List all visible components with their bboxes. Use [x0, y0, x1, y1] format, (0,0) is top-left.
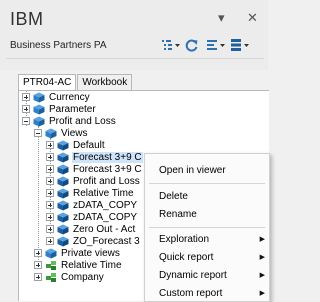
- view-icon: [57, 140, 69, 150]
- views-folder-icon: [45, 128, 57, 138]
- pane-header: IBM ▾ ✕ Business Partners PA: [0, 0, 268, 70]
- refresh-icon[interactable]: [181, 37, 203, 53]
- tree-node-view[interactable]: Relative Time: [46, 187, 135, 199]
- view-icon: [57, 188, 69, 198]
- tab-workbook[interactable]: Workbook: [77, 74, 133, 90]
- menu-item-dynamic-report[interactable]: Dynamic report ▶: [145, 266, 269, 284]
- tree-node-view[interactable]: Forecast 3+9 C: [46, 151, 143, 163]
- menu-item-label: Exploration: [159, 233, 210, 245]
- collapse-icon[interactable]: [34, 129, 42, 137]
- dimension-icon: [46, 272, 56, 282]
- tree-node-view[interactable]: Forecast 3+9 C: [46, 163, 143, 175]
- tree-node-label: Views: [61, 127, 88, 139]
- tree-node-label: Forecast 3+9 C: [73, 163, 142, 175]
- menu-item-open-in-viewer[interactable]: Open in viewer: [145, 161, 269, 179]
- menu-item-custom-report[interactable]: Custom report ▶: [145, 284, 269, 302]
- tree-node-profit-and-loss[interactable]: Profit and Loss: [22, 115, 117, 127]
- menu-item-label: Dynamic report: [159, 269, 227, 281]
- view-icon: [57, 200, 69, 210]
- expand-icon[interactable]: [34, 261, 42, 269]
- menu-item-label: Quick report: [159, 251, 214, 263]
- expand-icon[interactable]: [46, 189, 54, 197]
- expand-icon[interactable]: [46, 141, 54, 149]
- menu-item-label: Open in viewer: [159, 164, 226, 176]
- filter-options-icon[interactable]: [205, 37, 227, 53]
- pane-menu-dropdown-icon[interactable]: ▾: [218, 10, 225, 26]
- tree-node-label: Zero Out - Act: [73, 223, 136, 235]
- expand-icon[interactable]: [34, 273, 42, 281]
- private-views-icon: [45, 248, 57, 258]
- tree-node-currency[interactable]: Currency: [22, 91, 91, 103]
- cube-icon: [33, 116, 45, 126]
- view-options-icon[interactable]: [160, 37, 182, 53]
- tree-node-label: Profit and Loss: [49, 115, 116, 127]
- tree-node-label: zDATA_COPY: [73, 211, 138, 223]
- expand-icon[interactable]: [22, 93, 30, 101]
- tree-node-label: Profit and Loss: [73, 175, 140, 187]
- tree-node-label: Default: [73, 139, 105, 151]
- tree-node-private-views[interactable]: Private views: [34, 247, 121, 259]
- tree-node-label: ZO_Forecast 3: [73, 235, 140, 247]
- view-icon: [57, 236, 69, 246]
- menu-item-label: Custom report: [159, 287, 223, 299]
- menu-item-exploration[interactable]: Exploration ▶: [145, 230, 269, 248]
- menu-separator: [149, 227, 265, 228]
- expand-icon[interactable]: [46, 225, 54, 233]
- tree-node-view[interactable]: Default: [46, 139, 106, 151]
- submenu-arrow-icon: ▶: [259, 236, 265, 243]
- cube-icon: [33, 92, 45, 102]
- tree-node-view[interactable]: ZO_Forecast 3: [46, 235, 141, 247]
- context-menu: Open in viewer Delete Rename Exploration…: [144, 153, 270, 302]
- server-name: Business Partners PA: [10, 40, 107, 51]
- cube-icon: [33, 104, 45, 114]
- tree-node-view[interactable]: zDATA_COPY: [46, 199, 138, 211]
- expand-icon[interactable]: [46, 153, 54, 161]
- submenu-arrow-icon: ▶: [259, 290, 265, 297]
- tree-node-company[interactable]: Company: [34, 271, 105, 283]
- expand-icon[interactable]: [46, 213, 54, 221]
- close-icon[interactable]: ✕: [247, 10, 258, 26]
- ibm-logo: IBM: [10, 9, 44, 29]
- expand-icon[interactable]: [22, 105, 30, 113]
- tree-node-label: Relative Time: [73, 187, 134, 199]
- view-icon: [57, 164, 69, 174]
- view-icon: [57, 152, 69, 162]
- expand-icon[interactable]: [46, 165, 54, 173]
- expand-icon[interactable]: [46, 177, 54, 185]
- tree-node-views[interactable]: Views: [34, 127, 89, 139]
- tree-node-label: Parameter: [49, 103, 96, 115]
- expand-icon[interactable]: [46, 201, 54, 209]
- tree-node-label: Private views: [61, 247, 120, 259]
- tab-ptr04-ac[interactable]: PTR04-AC: [18, 74, 77, 90]
- tree-node-label: Currency: [49, 91, 90, 103]
- menu-item-label: Rename: [159, 208, 197, 220]
- tree-node-view[interactable]: zDATA_COPY: [46, 211, 138, 223]
- submenu-arrow-icon: ▶: [259, 272, 265, 279]
- header-divider: [6, 58, 264, 59]
- menu-item-label: Delete: [159, 190, 188, 202]
- view-icon: [57, 212, 69, 222]
- expand-icon[interactable]: [46, 237, 54, 245]
- menu-separator: [149, 183, 265, 184]
- view-icon: [57, 176, 69, 186]
- view-icon: [57, 224, 69, 234]
- tree-connector: [38, 126, 39, 264]
- tree-node-label: Company: [61, 271, 104, 283]
- collapse-icon[interactable]: [22, 117, 30, 125]
- tree-node-parameter[interactable]: Parameter: [22, 103, 97, 115]
- submenu-arrow-icon: ▶: [259, 254, 265, 261]
- dimension-icon: [46, 260, 56, 270]
- expand-icon[interactable]: [34, 249, 42, 257]
- tree-node-view[interactable]: Profit and Loss: [46, 175, 141, 187]
- tree-node-label: Forecast 3+9 C: [72, 151, 143, 163]
- tab-bar: PTR04-AC Workbook: [18, 74, 133, 91]
- tree-node-label: Relative Time: [61, 259, 122, 271]
- tree-node-label: zDATA_COPY: [73, 199, 138, 211]
- settings-icon[interactable]: [229, 37, 251, 53]
- menu-item-delete[interactable]: Delete: [145, 187, 269, 205]
- tree-node-view[interactable]: Zero Out - Act: [46, 223, 136, 235]
- tree-node-relative-time[interactable]: Relative Time: [34, 259, 123, 271]
- menu-item-rename[interactable]: Rename: [145, 205, 269, 223]
- menu-item-quick-report[interactable]: Quick report ▶: [145, 248, 269, 266]
